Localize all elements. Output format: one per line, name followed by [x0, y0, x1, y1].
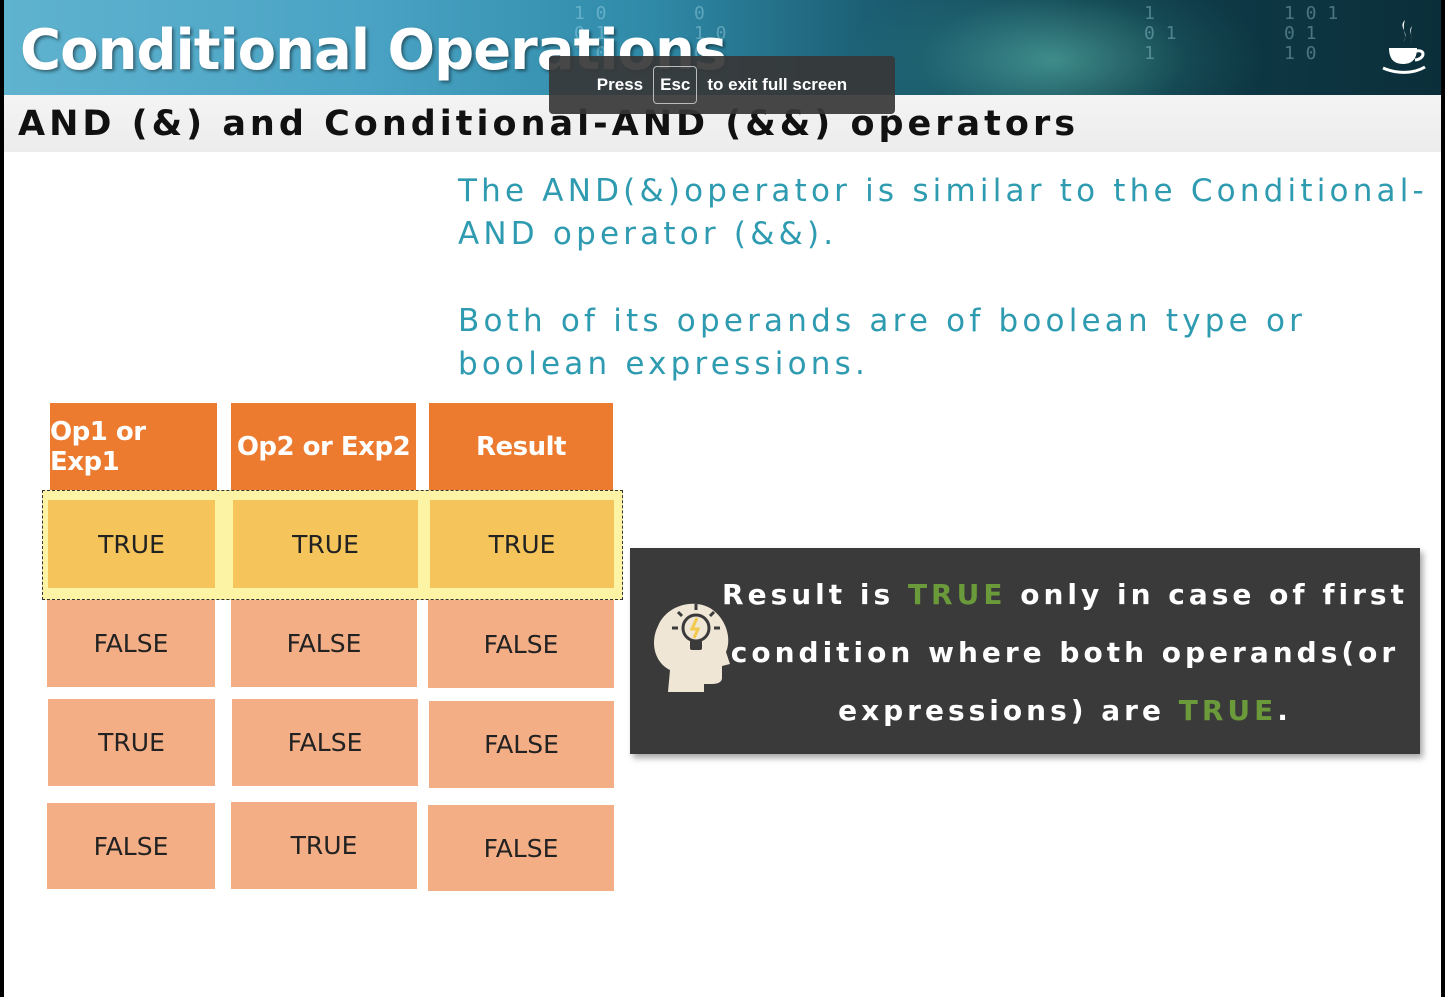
- table-cell: FALSE: [428, 600, 614, 688]
- callout-line-2: condition where both operands(or: [730, 636, 1400, 669]
- banner-glow: [844, 0, 1264, 95]
- paragraph-line: The AND(&)operator is similar to the Con…: [458, 173, 1428, 209]
- esc-key-badge[interactable]: Esc: [653, 66, 698, 104]
- table-cell: FALSE: [231, 600, 417, 687]
- table-cell: FALSE: [428, 805, 614, 891]
- callout-true-word: TRUE: [907, 578, 1007, 611]
- banner-digits: 10 11: [1144, 3, 1177, 64]
- table-header-op2: Op2 or Exp2: [231, 403, 416, 490]
- paragraph-line: AND operator (&&).: [458, 216, 838, 252]
- callout-line-3: expressions) are TRUE.: [630, 694, 1420, 727]
- result-callout: Result is TRUE only in case of first con…: [630, 548, 1420, 754]
- callout-line-1: Result is TRUE only in case of first: [630, 578, 1420, 611]
- table-cell: FALSE: [232, 699, 418, 786]
- table-cell: FALSE: [47, 803, 215, 889]
- fullscreen-exit-toast: Press Esc to exit full screen: [549, 56, 895, 114]
- callout-text: .: [1277, 694, 1292, 727]
- table-cell: TRUE: [430, 500, 614, 588]
- banner-digits: 1 0 10 11 0: [1284, 3, 1339, 64]
- paragraph-line: Both of its operands are of boolean type…: [458, 303, 1307, 339]
- table-header-result: Result: [429, 403, 613, 490]
- callout-true-word: TRUE: [1178, 694, 1278, 727]
- table-cell: FALSE: [429, 701, 614, 788]
- callout-text: Result is: [722, 578, 908, 611]
- table-cell: TRUE: [48, 500, 215, 588]
- toast-press-text: Press: [596, 75, 644, 94]
- table-cell: TRUE: [48, 699, 215, 786]
- toast-message: to exit full screen: [707, 75, 848, 94]
- table-cell: TRUE: [231, 802, 417, 889]
- paragraph-line: boolean expressions.: [458, 346, 870, 382]
- table-cell: TRUE: [233, 500, 418, 588]
- table-header-op1: Op1 or Exp1: [50, 403, 217, 490]
- slide: 1 00 11 0 01 00 10 11 1 0 10 11 0 Condit…: [4, 0, 1441, 997]
- table-cell: FALSE: [47, 600, 215, 687]
- callout-text: only in case of first: [1006, 578, 1408, 611]
- java-coffee-cup-icon: [1382, 20, 1426, 74]
- callout-text: expressions) are: [838, 694, 1179, 727]
